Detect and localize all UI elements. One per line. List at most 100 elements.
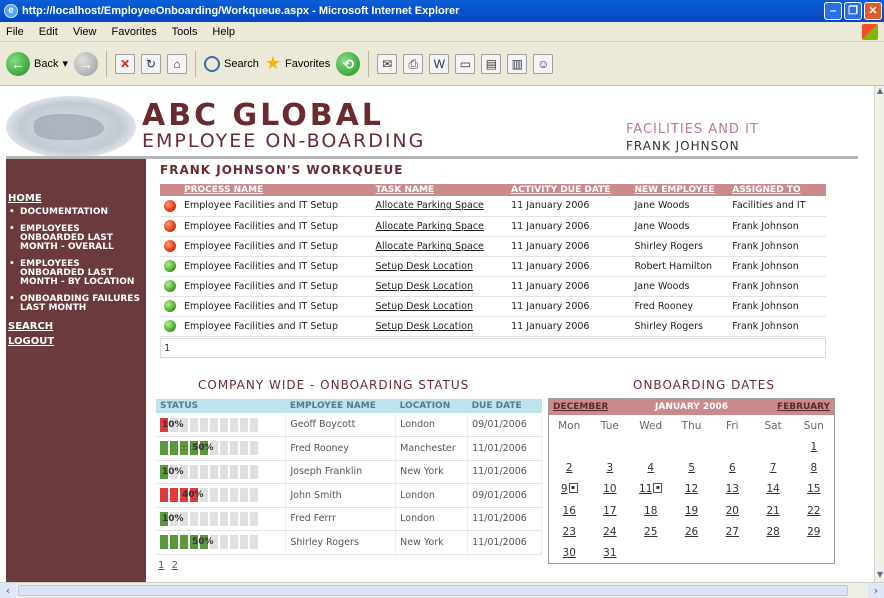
refresh-button[interactable]: ↻ (141, 53, 161, 74)
nav-onboarded-by-location[interactable]: EMPLOYEES ONBOARDED LAST MONTH - BY LOCA… (6, 260, 146, 287)
calendar-day[interactable]: 20 (712, 500, 753, 521)
scroll-left-icon[interactable]: ‹ (0, 583, 16, 598)
page-link[interactable]: 1 (164, 343, 170, 354)
weekday-label: Sat (764, 419, 782, 432)
column-status[interactable]: STATUS (156, 399, 286, 413)
scroll-up-icon[interactable]: ▲ (875, 86, 884, 98)
folder-button[interactable]: ▭ (455, 53, 476, 74)
nav-onboarded-overall[interactable]: EMPLOYEES ONBOARDED LAST MONTH - OVERALL (6, 225, 146, 252)
calendar-day[interactable]: 15 (794, 479, 835, 500)
calendar-day[interactable]: 12 (671, 479, 712, 500)
calendar-day[interactable]: 8 (794, 458, 835, 479)
edit-button[interactable]: W (429, 53, 450, 74)
horizontal-scrollbar[interactable]: ‹ › (0, 582, 884, 598)
menu-help[interactable]: Help (212, 26, 235, 38)
calendar-day[interactable]: 6 (712, 458, 753, 479)
task-link[interactable]: Allocate Parking Space (371, 216, 508, 237)
calendar-day[interactable]: 24 (589, 521, 630, 542)
calendar-day[interactable]: 4 (630, 458, 671, 479)
assigned-to: Frank Johnson (728, 236, 826, 257)
calendar-blank (630, 437, 671, 458)
calendar-day[interactable]: 19 (671, 500, 712, 521)
scroll-thumb[interactable] (18, 585, 848, 596)
calendar-day[interactable]: 5 (671, 458, 712, 479)
calendar-day[interactable]: 28 (753, 521, 794, 542)
column-due-date[interactable]: DUE DATE (467, 399, 542, 413)
column-new-employee[interactable]: NEW EMPLOYEE (630, 184, 729, 196)
calendar-day[interactable]: 2 (549, 458, 590, 479)
task-link[interactable]: Setup Desk Location (371, 276, 508, 297)
menu-view[interactable]: View (73, 26, 97, 38)
mail-button[interactable]: ✉ (377, 53, 398, 74)
scroll-down-icon[interactable]: ▼ (875, 570, 884, 582)
due-date: 09/01/2006 (467, 413, 542, 437)
calendar-day[interactable]: 10 (589, 479, 630, 500)
menu-favorites[interactable]: Favorites (112, 26, 157, 38)
restore-button[interactable]: ❐ (844, 2, 862, 20)
calendar-day[interactable]: 17 (589, 500, 630, 521)
calendar-day[interactable]: 29 (794, 521, 835, 542)
print-button[interactable]: ⎙ (403, 53, 424, 74)
nav-search[interactable]: SEARCH (8, 321, 146, 332)
task-link[interactable]: Setup Desk Location (371, 296, 508, 317)
column-assigned-to[interactable]: ASSIGNED TO (728, 184, 826, 196)
nav-logout[interactable]: LOGOUT (8, 336, 146, 347)
calendar-day[interactable]: 14 (753, 479, 794, 500)
column-due-date[interactable]: ACTIVITY DUE DATE (507, 184, 631, 196)
calendar-day[interactable]: 18 (630, 500, 671, 521)
calendar-blank (671, 437, 712, 458)
column-employee-name[interactable]: EMPLOYEE NAME (285, 399, 396, 413)
task-link[interactable]: Allocate Parking Space (371, 236, 508, 257)
discuss-button[interactable]: ▤ (481, 53, 502, 74)
column-process-name[interactable]: PROCESS NAME (180, 184, 372, 196)
stop-button[interactable]: ✕ (115, 53, 135, 74)
menu-tools[interactable]: Tools (172, 26, 198, 38)
calendar-day[interactable]: 26 (671, 521, 712, 542)
page-link[interactable]: 2 (172, 560, 178, 571)
day-number: 6 (728, 462, 736, 475)
nav-onboarding-failures[interactable]: ONBOARDING FAILURES LAST MONTH (6, 295, 146, 313)
column-task-name[interactable]: TASK NAME (371, 184, 508, 196)
nav-home[interactable]: HOME (8, 193, 146, 204)
research-button[interactable]: ▥ (507, 53, 528, 74)
task-link[interactable]: Setup Desk Location (371, 316, 508, 337)
scroll-right-icon[interactable]: › (868, 583, 884, 598)
task-link[interactable]: Allocate Parking Space (371, 196, 508, 217)
search-button[interactable]: Search (204, 55, 259, 72)
calendar-day[interactable]: 16 (549, 500, 590, 521)
calendar-day[interactable]: 21 (753, 500, 794, 521)
prev-month-link[interactable]: DECEMBER (548, 398, 631, 416)
calendar-day[interactable]: 9 ▪ (549, 479, 590, 500)
employee-name: Geoff Boycott (285, 413, 397, 437)
home-button[interactable]: ⌂ (167, 53, 187, 74)
forward-button[interactable]: → (74, 51, 98, 76)
calendar-day[interactable]: 27 (712, 521, 753, 542)
favorites-button[interactable]: ★ Favorites (265, 53, 330, 74)
vertical-scrollbar[interactable]: ▲ ▼ (874, 86, 884, 582)
calendar-day[interactable]: 11 ▪ (630, 479, 671, 500)
column-location[interactable]: LOCATION (395, 399, 468, 413)
minimize-button[interactable]: – (824, 2, 842, 20)
calendar-day[interactable]: 30 (549, 542, 590, 563)
calendar-day[interactable]: 31 (589, 542, 630, 563)
calendar-day[interactable]: 7 (753, 458, 794, 479)
next-month-link[interactable]: FEBRUARY (752, 398, 835, 416)
calendar-day[interactable]: 25 (630, 521, 671, 542)
calendar-day[interactable]: 3 (589, 458, 630, 479)
nav-documentation[interactable]: DOCUMENTATION (6, 208, 146, 218)
calendar-day[interactable]: 1 (794, 437, 835, 458)
calendar-day[interactable]: 13 (712, 479, 753, 500)
close-button[interactable]: ✕ (864, 2, 882, 20)
calendar-day[interactable]: 23 (549, 521, 590, 542)
back-button[interactable]: ← Back ▾ (6, 51, 68, 76)
messenger-button[interactable]: ☺ (533, 53, 554, 74)
calendar-day[interactable]: 22 (794, 500, 835, 521)
task-link[interactable]: Setup Desk Location (371, 256, 508, 277)
menu-file[interactable]: File (6, 26, 24, 38)
history-button[interactable]: ⟲ (336, 51, 361, 76)
menu-edit[interactable]: Edit (39, 26, 58, 38)
day-number: 31 (603, 546, 617, 559)
day-number: 28 (766, 525, 780, 538)
page-link[interactable]: 1 (158, 560, 164, 571)
progress-percent: 50% (192, 443, 214, 454)
